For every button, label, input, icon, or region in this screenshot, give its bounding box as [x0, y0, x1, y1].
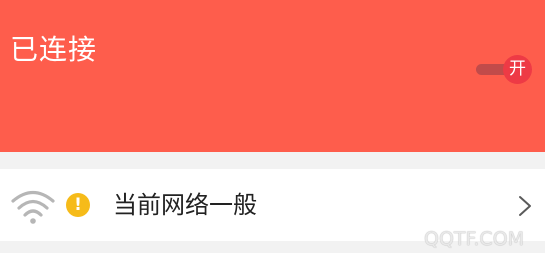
wifi-icon: [11, 190, 55, 224]
toggle-knob: 开: [503, 55, 532, 84]
watermark: QQTF.COM: [424, 228, 525, 250]
warning-icon: !: [66, 193, 90, 217]
network-quality-label: 当前网络一般: [113, 191, 257, 219]
connection-toggle[interactable]: 开: [474, 55, 534, 85]
connection-header: 已连接 开: [0, 0, 545, 152]
chevron-right-icon: [519, 196, 531, 216]
connection-status-text: 已连接: [10, 33, 98, 66]
